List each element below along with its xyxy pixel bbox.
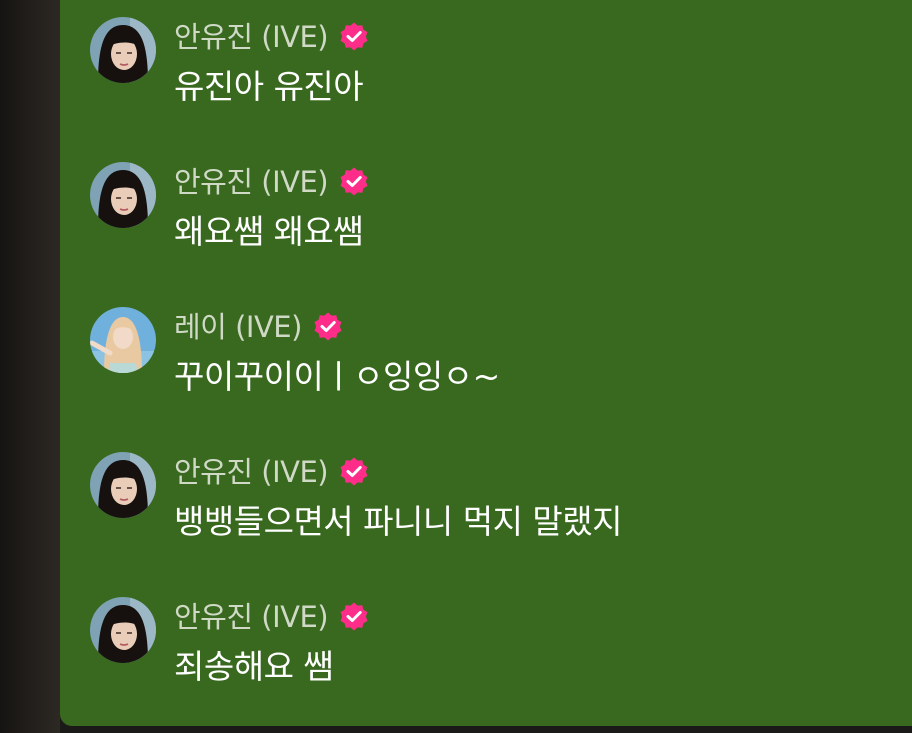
background-strip — [0, 0, 60, 733]
sender-name[interactable]: 안유진 (IVE) — [174, 19, 329, 55]
avatar[interactable] — [90, 17, 156, 83]
chat-message: 안유진 (IVE) 죄송해요 쌤 — [60, 597, 912, 717]
sender-row: 안유진 (IVE) — [174, 599, 370, 635]
verified-badge-icon — [338, 166, 370, 198]
avatar[interactable] — [90, 162, 156, 228]
sender-row: 레이 (IVE) — [174, 309, 344, 345]
message-text: 유진아 유진아 — [174, 67, 364, 106]
message-text: 죄송해요 쌤 — [174, 647, 334, 686]
sender-row: 안유진 (IVE) — [174, 164, 370, 200]
avatar[interactable] — [90, 597, 156, 663]
chat-message: 안유진 (IVE) 왜요쌤 왜요쌤 — [60, 162, 912, 282]
sender-name[interactable]: 안유진 (IVE) — [174, 454, 329, 490]
sender-name[interactable]: 안유진 (IVE) — [174, 164, 329, 200]
avatar[interactable] — [90, 452, 156, 518]
verified-badge-icon — [312, 311, 344, 343]
sender-name[interactable]: 안유진 (IVE) — [174, 599, 329, 635]
chat-message: 안유진 (IVE) 유진아 유진아 — [60, 17, 912, 137]
message-text: 왜요쌤 왜요쌤 — [174, 212, 364, 251]
sender-row: 안유진 (IVE) — [174, 454, 370, 490]
avatar[interactable] — [90, 307, 156, 373]
verified-badge-icon — [338, 21, 370, 53]
sender-name[interactable]: 레이 (IVE) — [174, 309, 302, 345]
verified-badge-icon — [338, 601, 370, 633]
sender-row: 안유진 (IVE) — [174, 19, 370, 55]
message-text: 뱅뱅들으면서 파니니 먹지 말랬지 — [174, 502, 623, 541]
message-text: 꾸이꾸이이ㅣㅇ잉잉ㅇ~ — [174, 357, 500, 396]
verified-badge-icon — [338, 456, 370, 488]
chat-panel[interactable]: 안유진 (IVE) 유진아 유진아 안유진 (IVE) 왜요쌤 왜요쌤 레이 (… — [60, 0, 912, 726]
chat-message: 안유진 (IVE) 뱅뱅들으면서 파니니 먹지 말랬지 — [60, 452, 912, 572]
chat-message: 레이 (IVE) 꾸이꾸이이ㅣㅇ잉잉ㅇ~ — [60, 307, 912, 427]
